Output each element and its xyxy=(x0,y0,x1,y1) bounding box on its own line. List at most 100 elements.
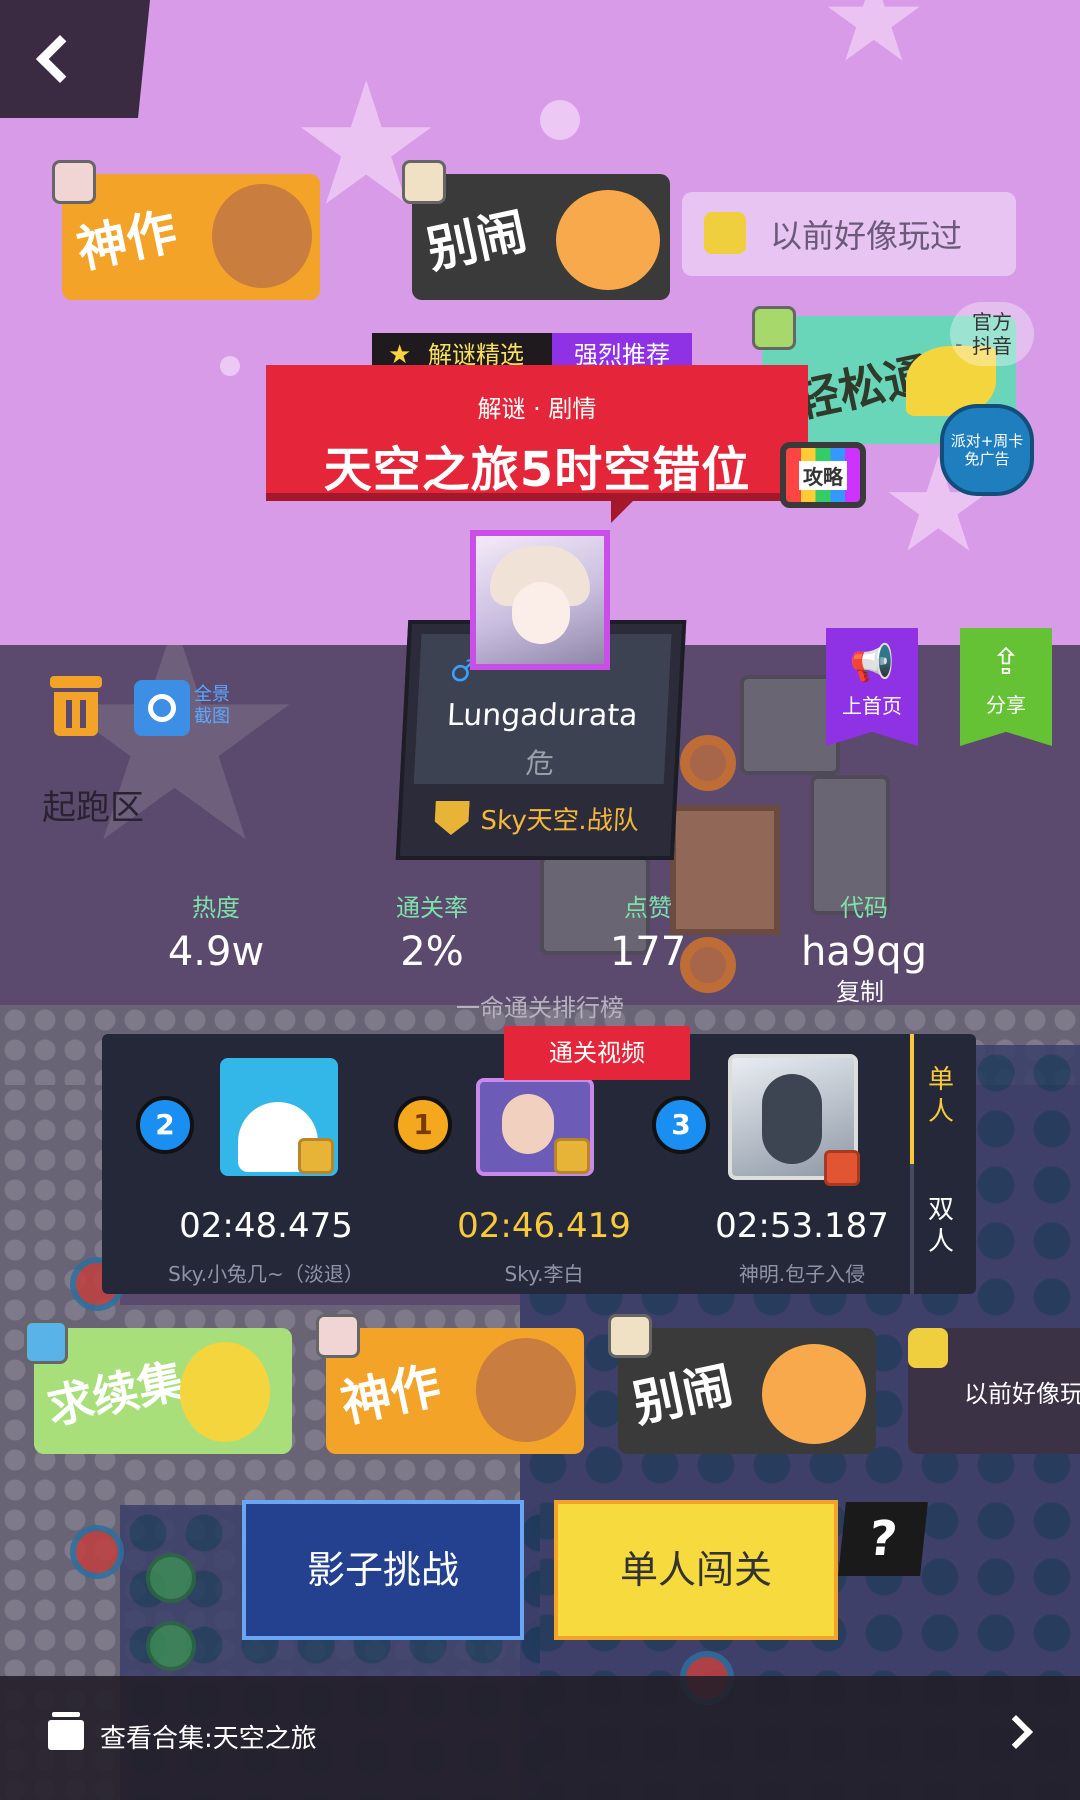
stat-heat: 热度 4.9w xyxy=(116,888,316,975)
dot-decoration xyxy=(220,356,240,376)
help-button[interactable]: ? xyxy=(838,1502,928,1576)
panorama-screenshot-button[interactable] xyxy=(134,680,190,736)
stat-label: 通关率 xyxy=(396,894,468,922)
box-icon xyxy=(608,1314,652,1358)
megaphone-icon: 📢 xyxy=(849,643,895,684)
play-block-icon xyxy=(146,1621,196,1671)
reaction-label: 神作 xyxy=(71,202,182,280)
reaction-label: 别闹 xyxy=(421,202,532,280)
player-face xyxy=(502,1094,554,1154)
box-icon xyxy=(402,160,446,204)
reaction-sticker-sequel[interactable]: 求续集 xyxy=(24,1320,292,1454)
panorama-label: 全景截图 xyxy=(194,684,230,727)
ad-free-promo-badge[interactable]: 派对+周卡免广告 xyxy=(940,404,1034,496)
level-title-banner: 解谜 · 剧情 天空之旅5时空错位 xyxy=(266,365,808,523)
banner-tail xyxy=(611,493,641,523)
stat-value: 2% xyxy=(400,929,464,975)
back-button[interactable] xyxy=(0,0,150,118)
promote-home-button[interactable]: 📢 上首页 xyxy=(826,628,918,746)
stat-value: 4.9w xyxy=(167,929,265,975)
stat-clear-rate: 通关率 2% xyxy=(332,888,532,975)
solo-play-button[interactable]: 单人闯关 xyxy=(554,1500,838,1640)
team-name: Sky天空.战队 xyxy=(479,805,640,836)
clear-time: 02:46.419 xyxy=(457,1206,631,1246)
clear-video-button[interactable]: 通关视频 xyxy=(504,1026,690,1080)
badge-text: 官方 xyxy=(972,310,1012,334)
promo-text: 派对+周卡免广告 xyxy=(950,432,1024,468)
rank-badge: 1 xyxy=(394,1096,452,1154)
collection-label: 查看合集:天空之旅 xyxy=(100,1724,317,1754)
level-genre: 解谜 · 剧情 xyxy=(477,395,597,423)
reaction-label: 以前好像玩 xyxy=(964,1379,1080,1408)
reaction-sticker-played-before[interactable]: 以前好像玩过 xyxy=(682,192,1016,276)
reaction-label: 别闹 xyxy=(627,1356,738,1434)
gear-icon xyxy=(680,735,736,791)
official-douyin-badge[interactable]: 官方 抖音 xyxy=(950,302,1034,366)
fan-icon xyxy=(70,1525,124,1579)
author-name: Lungadurata xyxy=(446,698,639,733)
share-button[interactable]: ⇪ 分享 xyxy=(960,628,1052,746)
stat-label: 代码 xyxy=(840,894,888,922)
leaderboard-title: 一命通关排行榜 xyxy=(456,994,624,1022)
start-zone-label: 起跑区 xyxy=(42,788,144,828)
author-team[interactable]: Sky天空.战队 xyxy=(410,790,663,846)
stat-label: 热度 xyxy=(192,894,240,922)
clear-time: 02:53.187 xyxy=(715,1206,889,1246)
clear-time: 02:48.475 xyxy=(179,1206,353,1246)
trophy-icon xyxy=(298,1138,334,1174)
camera-icon xyxy=(148,694,176,722)
player-name: Sky.李白 xyxy=(504,1262,584,1286)
avatar-face xyxy=(512,582,570,644)
dog-icon xyxy=(556,190,660,290)
promote-home-label: 上首页 xyxy=(842,694,902,718)
team-shield-icon xyxy=(434,801,470,835)
reaction-sticker-stop-joking[interactable]: 别闹 xyxy=(608,1314,876,1454)
rock-block xyxy=(740,675,840,775)
author-avatar[interactable] xyxy=(470,530,610,670)
reaction-sticker-masterpiece[interactable]: 神作 xyxy=(316,1314,584,1454)
collection-icon xyxy=(48,1712,84,1750)
reaction-sticker-stop-joking[interactable]: 别闹 xyxy=(402,160,670,300)
mode-active-indicator xyxy=(910,1034,914,1164)
rank-badge: 3 xyxy=(652,1096,710,1154)
player-name: Sky.小兔几~（淡退） xyxy=(168,1262,364,1286)
player-hair xyxy=(762,1074,822,1164)
shadow-challenge-button[interactable]: 影子挑战 xyxy=(242,1500,524,1640)
guide-button[interactable]: 攻略 xyxy=(780,442,866,508)
stat-value: 177 xyxy=(609,929,687,975)
star-decoration: ★ xyxy=(820,0,928,89)
play-block-icon xyxy=(146,1553,196,1603)
game-icon xyxy=(752,306,796,350)
collection-footer[interactable]: 查看合集:天空之旅 xyxy=(0,1676,1080,1800)
stat-label: 点赞 xyxy=(624,894,672,922)
mode-tab-double[interactable]: 双人 xyxy=(928,1194,958,1258)
game-icon xyxy=(704,212,746,254)
player-name: 神明.包子入侵 xyxy=(738,1262,866,1286)
reaction-sticker-masterpiece[interactable]: 神作 xyxy=(52,160,320,300)
game-icon xyxy=(908,1328,948,1368)
mode-tab-single[interactable]: 单人 xyxy=(928,1064,958,1128)
chick-icon xyxy=(180,1342,270,1442)
share-icon: ⇪ xyxy=(990,642,1022,683)
monkey-icon xyxy=(476,1338,576,1442)
rabbit-icon xyxy=(52,160,96,204)
rabbit-icon xyxy=(24,1320,68,1364)
badge-text: 抖音 xyxy=(972,334,1012,358)
trophy-icon xyxy=(554,1138,590,1174)
stat-code: 代码 ha9qg xyxy=(764,888,964,975)
share-label: 分享 xyxy=(986,693,1026,717)
shield-icon xyxy=(824,1150,860,1186)
reaction-label: 以前好像玩过 xyxy=(770,217,963,255)
reaction-sticker-played-before[interactable]: 以前好像玩 xyxy=(908,1328,1080,1454)
trash-icon-body xyxy=(54,692,98,736)
rabbit-icon xyxy=(316,1314,360,1358)
stat-likes: 点赞 177 xyxy=(548,888,748,975)
guide-label: 攻略 xyxy=(799,460,847,490)
monkey-icon xyxy=(212,184,312,288)
reaction-label: 神作 xyxy=(335,1356,446,1434)
rank-badge: 2 xyxy=(136,1096,194,1154)
dot-decoration xyxy=(540,100,580,140)
dog-icon xyxy=(762,1344,866,1444)
trash-button[interactable] xyxy=(50,676,102,736)
chevron-right-icon xyxy=(999,1715,1033,1749)
